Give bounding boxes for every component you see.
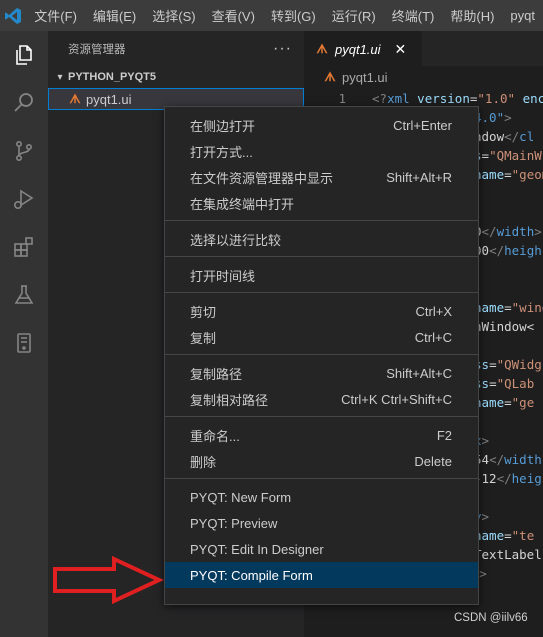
menu-item[interactable]: 查看(V) <box>204 0 263 31</box>
menu-item[interactable]: 终端(T) <box>384 0 443 31</box>
context-menu-item[interactable]: 复制路径 Shift+Alt+C <box>165 360 478 386</box>
shortcut-label: Ctrl+X <box>415 303 452 319</box>
editor-tabs: ᗑ pyqt1.ui ✕ <box>304 31 543 66</box>
context-menu-label: 复制相对路径 <box>190 392 269 408</box>
menu-separator <box>165 220 478 221</box>
menu-separator <box>165 292 478 293</box>
explorer-icon[interactable] <box>0 31 48 79</box>
context-menu-label: PYQT: Edit In Designer <box>190 541 324 557</box>
menu-item[interactable]: 帮助(H) <box>442 0 502 31</box>
context-menu-label: 在侧边打开 <box>190 118 256 134</box>
context-menu-label: 打开方式... <box>190 144 253 160</box>
context-menu-label: 在集成终端中打开 <box>190 196 295 212</box>
sidebar-title: 资源管理器 <box>68 43 126 56</box>
menu-separator <box>165 416 478 417</box>
shortcut-label: Shift+Alt+C <box>386 365 452 381</box>
menu-item[interactable]: pyqt <box>502 0 543 31</box>
watermark: CSDN @iilv66 <box>454 612 528 624</box>
shortcut-label: Shift+Alt+R <box>386 169 452 185</box>
context-menu-item[interactable]: 在侧边打开 Ctrl+Enter <box>165 112 478 138</box>
code-text: 4.0"> <box>474 110 512 125</box>
xml-file-icon: ᗑ <box>316 41 328 56</box>
code-text: ndow</cl <box>474 129 535 144</box>
context-menu-label: 打开时间线 <box>190 268 256 284</box>
context-menu-item[interactable]: 重命名... F2 <box>165 422 478 448</box>
menu-separator <box>165 354 478 355</box>
context-menu-item[interactable]: PYQT: New Form <box>165 484 478 510</box>
code-text: name="te <box>474 528 535 543</box>
context-menu-item[interactable]: 剪切 Ctrl+X <box>165 298 478 324</box>
code-text: nWindow< <box>474 319 535 334</box>
context-menu-label: 删除 <box>190 454 217 470</box>
code-text: name="wind <box>474 300 543 315</box>
file-name: pyqt1.ui <box>86 91 132 107</box>
shortcut-label: Ctrl+C <box>414 329 452 345</box>
context-menu-label: 重命名... <box>190 428 240 444</box>
menu-item[interactable]: 文件(F) <box>26 0 85 31</box>
code-text: -12</heig <box>474 471 542 486</box>
testing-icon[interactable] <box>0 271 48 319</box>
breadcrumb[interactable]: ᗑ pyqt1.ui <box>304 66 543 88</box>
menu-item[interactable]: 选择(S) <box>144 0 203 31</box>
folder-section[interactable]: ▾ PYTHON_PYQT5 <box>48 66 304 88</box>
close-icon[interactable]: ✕ <box>395 41 407 58</box>
remote-explorer-icon[interactable] <box>0 319 48 367</box>
menu-item[interactable]: 转到(G) <box>263 0 324 31</box>
context-menu-item[interactable]: 复制相对路径 Ctrl+K Ctrl+Shift+C <box>165 386 478 412</box>
context-menu: 在侧边打开 Ctrl+Enter 打开方式... 在文件资源管理器中显示 Shift+A… <box>164 106 479 605</box>
context-menu-item[interactable]: 选择以进行比较 <box>165 226 478 252</box>
shortcut-label: Ctrl+Enter <box>393 117 452 133</box>
vscode-logo-icon <box>0 0 26 31</box>
run-debug-icon[interactable] <box>0 175 48 223</box>
context-menu-label: 选择以进行比较 <box>190 232 282 248</box>
more-actions-icon[interactable]: ··· <box>273 40 292 58</box>
sidebar-header: 资源管理器 ··· <box>48 31 304 66</box>
context-menu-item[interactable]: PYQT: Edit In Designer <box>165 536 478 562</box>
context-menu-label: PYQT: Preview <box>190 515 278 531</box>
context-menu-item[interactable]: 在集成终端中打开 <box>165 190 478 216</box>
context-menu-item[interactable]: 打开方式... <box>165 138 478 164</box>
code-text: s="QMainW <box>474 148 542 163</box>
context-menu-label: 剪切 <box>190 304 217 320</box>
xml-file-icon: ᗑ <box>324 69 336 84</box>
context-menu-item[interactable]: 复制 Ctrl+C <box>165 324 478 350</box>
menu-separator <box>165 478 478 479</box>
chevron-down-icon: ▾ <box>57 71 63 83</box>
code-text: ss="QLab <box>474 376 535 391</box>
context-menu-label: 复制 <box>190 330 217 346</box>
code-text: TextLabel <box>474 547 542 562</box>
code-text: name="ge <box>474 395 535 410</box>
code-text: 54</width <box>474 452 542 467</box>
xml-file-icon: ᗑ <box>69 91 81 106</box>
shortcut-label: F2 <box>436 427 452 443</box>
code-text: 00</heigh <box>474 243 542 258</box>
context-menu-item[interactable]: 在文件资源管理器中显示 Shift+Alt+R <box>165 164 478 190</box>
context-menu-item[interactable]: PYQT: Compile Form <box>165 562 478 588</box>
red-arrow-annotation <box>53 556 164 604</box>
activity-bar <box>0 31 48 637</box>
extensions-icon[interactable] <box>0 223 48 271</box>
context-menu-label: PYQT: Compile Form <box>190 567 313 583</box>
title-bar: 文件(F) 编辑(E) 选择(S) 查看(V) 转到(G) 运行(R) 终端(T) 帮助(H)… <box>0 0 543 31</box>
context-menu-label: 复制路径 <box>190 366 243 382</box>
breadcrumb-file: pyqt1.ui <box>342 69 388 85</box>
search-icon[interactable] <box>0 79 48 127</box>
shortcut-label: Delete <box>414 453 452 469</box>
folder-name: PYTHON_PYQT5 <box>68 71 157 83</box>
menu-item[interactable]: 编辑(E) <box>85 0 144 31</box>
code-text: name="geom <box>474 167 543 182</box>
tab-pyqt1-ui[interactable]: ᗑ pyqt1.ui ✕ <box>304 31 422 66</box>
context-menu-item[interactable]: PYQT: Preview <box>165 510 478 536</box>
menu-separator <box>165 256 478 257</box>
menu-item[interactable]: 运行(R) <box>324 0 384 31</box>
context-menu-label: PYQT: New Form <box>190 489 292 505</box>
context-menu-label: 在文件资源管理器中显示 <box>190 170 334 186</box>
code-text: ss="QWidg <box>474 357 542 372</box>
context-menu-item[interactable]: 删除 Delete <box>165 448 478 474</box>
context-menu-item[interactable]: 打开时间线 <box>165 262 478 288</box>
source-control-icon[interactable] <box>0 127 48 175</box>
tab-label: pyqt1.ui <box>335 41 381 57</box>
shortcut-label: Ctrl+K Ctrl+Shift+C <box>341 391 452 407</box>
code-text: 0</width> <box>474 224 542 239</box>
